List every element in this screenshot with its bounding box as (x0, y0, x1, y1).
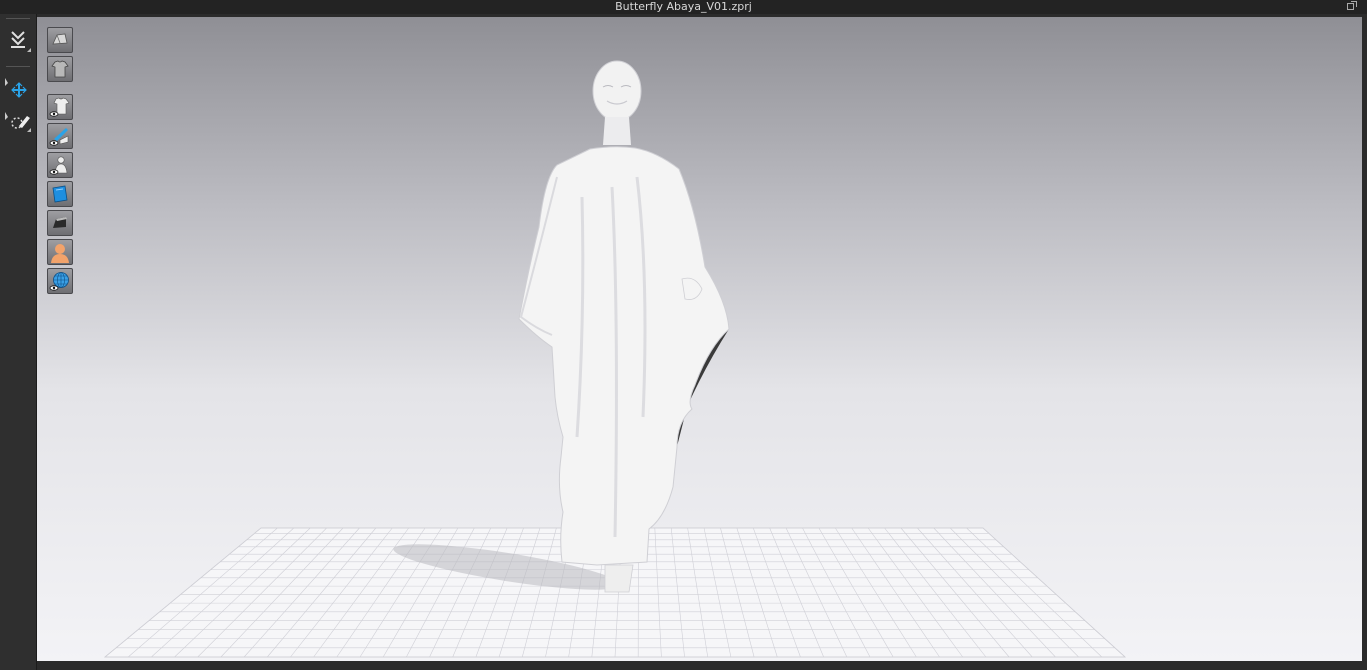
toolbar-separator (6, 18, 30, 19)
left-toolbar (0, 14, 37, 670)
simulate-icon (11, 31, 31, 52)
edit-pattern-icon (5, 112, 31, 132)
title-bar: Butterfly Abaya_V01.zprj (0, 0, 1367, 14)
restore-window-icon[interactable] (1347, 1, 1357, 10)
window-title: Butterfly Abaya_V01.zprj (615, 0, 752, 13)
toolbar-separator (6, 66, 30, 67)
simulation-button[interactable] (3, 26, 33, 56)
garment-body (518, 146, 730, 566)
transform-pattern-button[interactable] (3, 74, 33, 104)
move-cross-icon (5, 78, 27, 98)
avatar-with-garment (518, 60, 730, 593)
3d-viewport[interactable] (37, 17, 1362, 661)
viewport-right-border (1362, 14, 1367, 670)
viewport-bottom-border (37, 661, 1362, 670)
edit-pattern-button[interactable] (3, 106, 33, 136)
3d-scene (103, 60, 1127, 658)
